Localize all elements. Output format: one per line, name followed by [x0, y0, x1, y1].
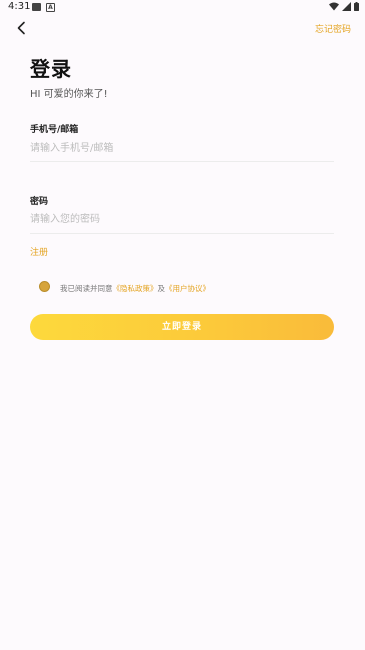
forgot-password-link[interactable]: 忘记密码	[315, 22, 351, 35]
page-title: 登录	[30, 57, 72, 81]
page-subtitle: HI 可爱的你来了!	[30, 89, 108, 100]
phone-email-label: 手机号/邮箱	[30, 125, 79, 135]
status-icons	[329, 2, 359, 11]
login-screen: 4:31 A 忘记密码 登录 HI 可爱的你来了! 手机号/邮箱 密码 注册	[0, 0, 365, 650]
phone-email-input[interactable]	[30, 138, 334, 158]
user-agreement-link[interactable]: 《用户协议》	[165, 284, 210, 293]
password-label: 密码	[30, 197, 49, 207]
status-bar: 4:31 A	[0, 0, 365, 14]
notification-a-icon: A	[46, 3, 55, 12]
login-button[interactable]: 立即登录	[30, 314, 334, 340]
status-time: 4:31	[8, 1, 31, 12]
register-link[interactable]: 注册	[30, 245, 48, 258]
password-input[interactable]	[30, 209, 334, 229]
notification-square-icon	[32, 3, 41, 11]
wifi-icon	[329, 2, 339, 11]
agreement-text: 我已阅读并同意《隐私政策》及《用户协议》	[60, 283, 210, 294]
agreement-and: 及	[157, 284, 166, 293]
privacy-policy-link[interactable]: 《隐私政策》	[113, 284, 158, 293]
password-divider	[30, 233, 334, 234]
back-arrow-icon[interactable]	[14, 20, 30, 36]
signal-icon	[342, 2, 351, 11]
agreement-radio[interactable]	[39, 281, 50, 292]
phone-email-divider	[30, 161, 334, 162]
agreement-prefix: 我已阅读并同意	[60, 284, 113, 293]
battery-icon	[354, 2, 359, 11]
